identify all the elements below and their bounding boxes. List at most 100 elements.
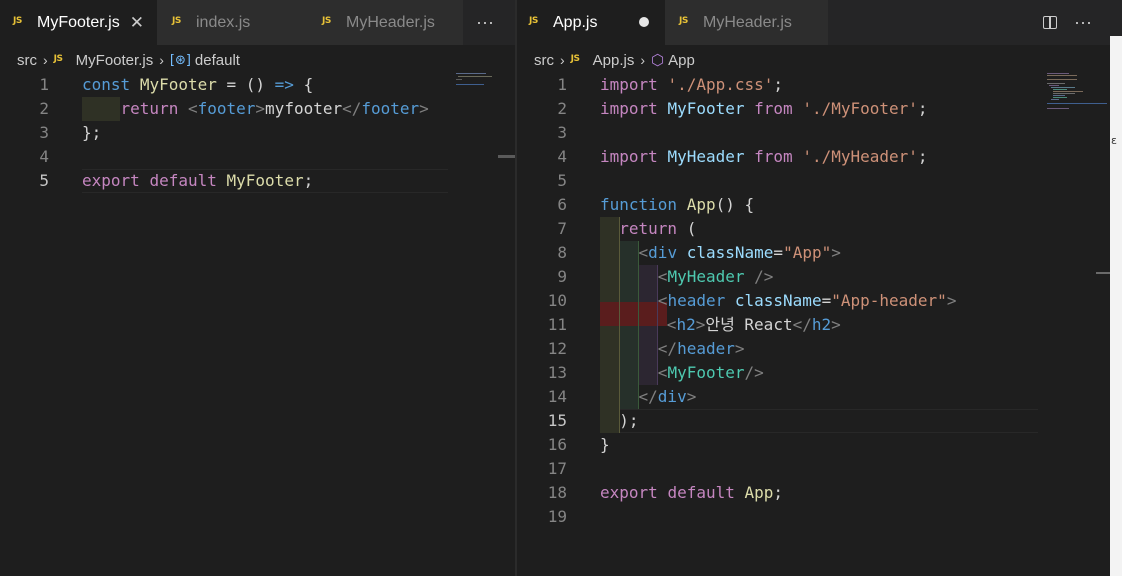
tab-myheader[interactable]: MyHeader.js — [307, 0, 463, 45]
line-number: 16 — [547, 435, 567, 454]
chevron-right-icon: › — [560, 52, 565, 68]
token: ; — [303, 171, 314, 190]
breadcrumb-file[interactable]: MyFooter.js — [76, 52, 154, 69]
token: MyFooter — [667, 363, 745, 382]
token: from — [754, 147, 793, 166]
scrollbar[interactable] — [498, 155, 515, 158]
line-number: 3 — [557, 123, 567, 142]
component-icon: ⬡ — [651, 51, 665, 69]
line-number: 14 — [547, 387, 567, 406]
breadcrumb-folder[interactable]: src — [17, 52, 37, 69]
token: from — [754, 99, 793, 118]
token: function — [600, 195, 678, 214]
tab-myfooter[interactable]: MyFooter.js ✕ — [0, 0, 157, 45]
code-editor[interactable]: 1 2 3 4 5 6 7 8 9 10 11 12 13 14 15 16 1… — [517, 73, 1110, 576]
tab-label: MyHeader.js — [703, 13, 792, 31]
line-number: 1 — [39, 75, 49, 94]
token: import — [600, 147, 658, 166]
line-number: 6 — [557, 195, 567, 214]
line-number: 11 — [547, 315, 567, 334]
line-number: 12 — [547, 339, 567, 358]
code-line-12: </header> — [600, 337, 745, 361]
line-number: 3 — [39, 123, 49, 142]
token: className — [734, 291, 822, 310]
side-panel-edge: ε — [1110, 0, 1122, 576]
token: </ — [638, 387, 658, 406]
code-line-2: import MyFooter from './MyFooter'; — [600, 97, 928, 121]
token: MyHeader — [667, 147, 745, 166]
token: ( — [677, 219, 697, 238]
token: div — [648, 243, 678, 262]
token: }; — [82, 123, 102, 142]
minimap-line — [1047, 75, 1077, 76]
js-file-icon — [54, 54, 68, 67]
tab-index[interactable]: index.js — [157, 0, 307, 45]
token: h2 — [811, 315, 832, 334]
code-line-6: function App() { — [600, 193, 754, 217]
token: footer — [361, 99, 420, 118]
token: import — [600, 99, 658, 118]
tab-app[interactable]: App.js — [517, 0, 665, 45]
token: > — [419, 99, 429, 118]
breadcrumb-symbol[interactable]: default — [195, 52, 240, 69]
js-file-icon — [322, 16, 336, 29]
minimap[interactable] — [448, 73, 498, 576]
token: = — [773, 243, 784, 262]
minimap[interactable] — [1039, 73, 1107, 576]
token: /> — [744, 363, 764, 382]
code-line-7: return ( — [600, 217, 696, 241]
token: "App" — [783, 243, 832, 262]
token: "App-header" — [831, 291, 947, 310]
right-editor-pane: App.js MyHeader.js ··· src › App.js › ⬡ … — [517, 0, 1110, 576]
breadcrumb-file[interactable]: App.js — [593, 52, 635, 69]
token: return — [120, 99, 179, 118]
token: < — [187, 99, 198, 118]
token: 안녕 React — [705, 315, 793, 334]
scrollbar[interactable] — [1096, 272, 1110, 274]
code-line-10: <header className="App-header"> — [600, 289, 957, 313]
line-number: 17 — [547, 459, 567, 478]
more-actions-button[interactable]: ··· — [1074, 0, 1092, 45]
minimap-line — [1047, 83, 1065, 84]
minimap-line — [1047, 103, 1107, 104]
minimap-line — [1053, 95, 1065, 96]
line-number: 4 — [557, 147, 567, 166]
code-line-4: import MyHeader from './MyHeader'; — [600, 145, 928, 169]
side-panel-topbar — [1110, 0, 1122, 36]
line-number-current: 15 — [547, 411, 567, 430]
left-tab-bar: MyFooter.js ✕ index.js MyHeader.js ··· — [0, 0, 515, 45]
tab-label: index.js — [196, 13, 251, 31]
token: './MyFooter' — [802, 99, 918, 118]
line-number: 10 — [547, 291, 567, 310]
token: => — [274, 75, 294, 94]
token: > — [255, 99, 266, 118]
code-line-13: <MyFooter/> — [600, 361, 764, 385]
breadcrumb-symbol[interactable]: App — [668, 52, 695, 69]
breadcrumb-folder[interactable]: src — [534, 52, 554, 69]
chevron-right-icon: › — [159, 52, 164, 68]
split-editor-button[interactable] — [1043, 0, 1057, 45]
token: h2 — [676, 315, 696, 334]
token: MyFooter — [667, 99, 745, 118]
minimap-line — [1053, 89, 1067, 90]
more-icon: ··· — [476, 12, 494, 32]
line-number: 2 — [39, 99, 49, 118]
token: ; — [773, 75, 784, 94]
token: MyFooter — [226, 171, 304, 190]
minimap-line — [456, 79, 462, 80]
token: </ — [342, 99, 362, 118]
chevron-right-icon: › — [43, 52, 48, 68]
minimap-line — [1053, 93, 1075, 94]
tab-myheader[interactable]: MyHeader.js — [665, 0, 828, 45]
js-file-icon — [679, 16, 693, 29]
more-actions-button[interactable]: ··· — [476, 0, 494, 45]
code-editor[interactable]: 1 2 3 4 5 const MyFooter = () => { retur… — [0, 73, 515, 576]
right-tab-bar: App.js MyHeader.js ··· — [517, 0, 1110, 45]
token: return — [619, 219, 678, 238]
minimap-line — [456, 73, 486, 74]
code-line-3: }; — [82, 121, 101, 145]
close-icon[interactable]: ✕ — [130, 13, 144, 33]
token: > — [695, 315, 706, 334]
token: < — [657, 363, 668, 382]
unsaved-dot-icon[interactable] — [639, 14, 650, 32]
